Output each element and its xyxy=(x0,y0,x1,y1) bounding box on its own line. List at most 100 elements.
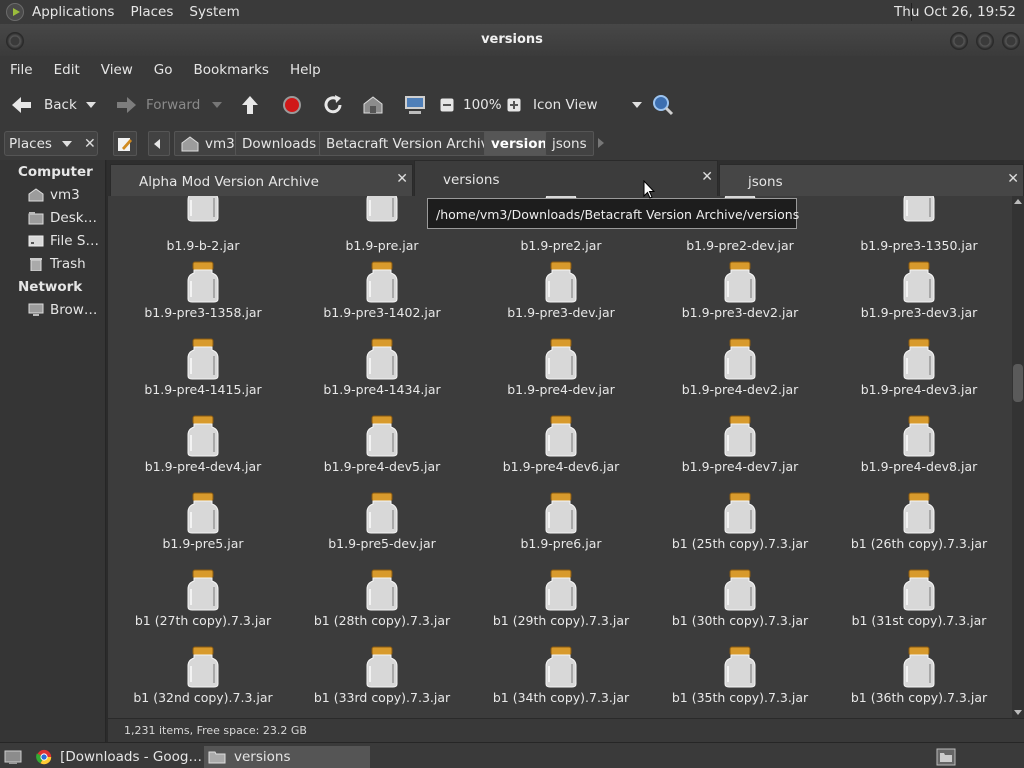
menu-file[interactable]: File xyxy=(0,62,44,78)
minimize-button[interactable] xyxy=(950,32,968,50)
file-item[interactable]: b1.9-pre4-dev5.jar xyxy=(293,415,471,487)
toggle-location-entry-button[interactable] xyxy=(113,131,137,156)
jar-file-icon xyxy=(903,338,935,380)
sidebar-item-trash[interactable]: Trash xyxy=(28,256,86,272)
file-item[interactable]: b1 (28th copy).7.3.jar xyxy=(293,569,471,641)
jar-file-icon xyxy=(903,415,935,457)
system-menu[interactable]: System xyxy=(181,4,247,20)
scroll-down-icon[interactable] xyxy=(1014,710,1022,715)
sidebar-section-computer: Computer xyxy=(18,164,93,180)
window-titlebar[interactable]: versions xyxy=(0,24,1024,56)
jar-file-icon xyxy=(545,569,577,611)
close-tab-icon[interactable]: ✕ xyxy=(1007,171,1019,187)
file-item[interactable]: b1.9-pre4-dev4.jar xyxy=(114,415,292,487)
file-item[interactable]: b1 (27th copy).7.3.jar xyxy=(114,569,292,641)
reload-button[interactable] xyxy=(322,84,344,126)
tab-versions[interactable]: versions ✕ xyxy=(414,160,718,196)
sidebar-mode-select[interactable]: Places ✕ xyxy=(4,131,98,156)
file-item[interactable]: b1.9-pre4-dev.jar xyxy=(472,338,650,410)
file-item[interactable]: b1 (34th copy).7.3.jar xyxy=(472,646,650,718)
file-item[interactable]: b1.9-pre3-1350.jar xyxy=(830,196,1008,266)
view-mode-select[interactable]: Icon View xyxy=(533,84,642,126)
breadcrumb-scroll-left[interactable] xyxy=(148,131,170,156)
maximize-button[interactable] xyxy=(976,32,994,50)
breadcrumb-jsons[interactable]: jsons xyxy=(545,131,594,156)
taskbar-item-label: [Downloads - Goog… xyxy=(60,749,202,765)
file-item[interactable]: b1.9-pre3-1402.jar xyxy=(293,261,471,333)
file-item[interactable]: b1 (35th copy).7.3.jar xyxy=(651,646,829,718)
jar-file-icon xyxy=(187,261,219,303)
file-item[interactable]: b1.9-pre4-dev8.jar xyxy=(830,415,1008,487)
file-item[interactable]: b1.9-pre6.jar xyxy=(472,492,650,564)
jar-file-icon xyxy=(366,261,398,303)
file-item[interactable]: b1 (33rd copy).7.3.jar xyxy=(293,646,471,718)
sidebar-item-desktop[interactable]: Desk… xyxy=(28,210,97,226)
sidebar-item-vm3[interactable]: vm3 xyxy=(28,187,80,203)
vertical-scrollbar[interactable] xyxy=(1012,196,1024,718)
file-item[interactable]: b1.9-pre3-dev.jar xyxy=(472,261,650,333)
file-item[interactable]: b1.9-pre4-1415.jar xyxy=(114,338,292,410)
file-item[interactable]: b1.9-pre4-1434.jar xyxy=(293,338,471,410)
computer-icon xyxy=(405,96,425,114)
workspace-switcher[interactable] xyxy=(936,746,958,768)
file-item[interactable]: b1 (25th copy).7.3.jar xyxy=(651,492,829,564)
up-button[interactable] xyxy=(240,84,260,126)
edit-icon xyxy=(118,137,132,151)
menu-bookmarks[interactable]: Bookmarks xyxy=(184,62,280,78)
taskbar-item-versions[interactable]: versions xyxy=(204,746,370,768)
file-item[interactable]: b1.9-pre5-dev.jar xyxy=(293,492,471,564)
forward-button[interactable]: Forward xyxy=(114,84,200,126)
search-button[interactable] xyxy=(652,84,674,126)
forward-history-dropdown[interactable] xyxy=(212,84,222,126)
file-item[interactable]: b1.9-pre4-dev7.jar xyxy=(651,415,829,487)
file-item[interactable]: b1.9-pre4-dev2.jar xyxy=(651,338,829,410)
file-item[interactable]: b1.9-pre3-dev2.jar xyxy=(651,261,829,333)
file-item[interactable]: b1.9-pre4-dev6.jar xyxy=(472,415,650,487)
menu-edit[interactable]: Edit xyxy=(44,62,91,78)
system-logo-icon[interactable] xyxy=(6,3,24,21)
taskbar-item-chrome[interactable]: [Downloads - Goog… xyxy=(36,746,202,768)
file-grid[interactable]: b1.9-b-2.jar b1.9-pre.jar b1.9-pre2.jar b1.… xyxy=(108,196,1012,718)
file-item[interactable]: b1 (36th copy).7.3.jar xyxy=(830,646,1008,718)
close-tab-icon[interactable]: ✕ xyxy=(396,171,408,187)
file-item[interactable]: b1.9-pre3-1358.jar xyxy=(114,261,292,333)
breadcrumb-downloads[interactable]: Downloads xyxy=(235,131,324,156)
file-item[interactable]: b1 (26th copy).7.3.jar xyxy=(830,492,1008,564)
home-button[interactable] xyxy=(362,84,384,126)
close-sidebar-icon[interactable]: ✕ xyxy=(84,136,96,152)
menu-view[interactable]: View xyxy=(91,62,144,78)
sidebar-item-filesystem[interactable]: File S… xyxy=(28,233,99,249)
file-item[interactable]: b1.9-b-2.jar xyxy=(114,196,292,266)
chevron-down-icon xyxy=(631,102,642,108)
menu-help[interactable]: Help xyxy=(280,62,332,78)
back-button[interactable]: Back xyxy=(10,84,77,126)
places-menu[interactable]: Places xyxy=(122,4,181,20)
file-item[interactable]: b1.9-pre3-dev3.jar xyxy=(830,261,1008,333)
zoom-in-button[interactable] xyxy=(507,84,521,126)
clock[interactable]: Thu Oct 26, 19:52 xyxy=(894,4,1016,20)
file-item[interactable]: b1 (30th copy).7.3.jar xyxy=(651,569,829,641)
file-item[interactable]: b1.9-pre5.jar xyxy=(114,492,292,564)
close-window-button[interactable] xyxy=(1002,32,1020,50)
applications-menu[interactable]: Applications xyxy=(24,4,122,20)
tab-alpha-mod-version-archive[interactable]: Alpha Mod Version Archive ✕ xyxy=(110,164,413,196)
breadcrumb-vm3[interactable]: vm3 xyxy=(174,131,242,156)
zoom-out-button[interactable] xyxy=(440,84,454,126)
menu-go[interactable]: Go xyxy=(144,62,184,78)
file-item[interactable]: b1 (31st copy).7.3.jar xyxy=(830,569,1008,641)
stop-button[interactable] xyxy=(282,84,302,126)
close-tab-icon[interactable]: ✕ xyxy=(701,169,713,185)
tab-jsons[interactable]: jsons ✕ xyxy=(719,164,1024,196)
scroll-up-icon[interactable] xyxy=(1014,199,1022,204)
zoom-level[interactable]: 100% xyxy=(463,84,502,126)
file-item[interactable]: b1 (32nd copy).7.3.jar xyxy=(114,646,292,718)
chevron-right-icon[interactable] xyxy=(598,138,604,148)
show-desktop-button[interactable] xyxy=(4,746,24,768)
file-item[interactable]: b1.9-pre4-dev3.jar xyxy=(830,338,1008,410)
scroll-thumb[interactable] xyxy=(1013,364,1023,402)
file-item[interactable]: b1 (29th copy).7.3.jar xyxy=(472,569,650,641)
back-history-dropdown[interactable] xyxy=(86,84,96,126)
sidebar-item-browse-network[interactable]: Brow… xyxy=(28,302,97,318)
breadcrumb-betacraft-version-archive[interactable]: Betacraft Version Archive xyxy=(319,131,504,156)
computer-button[interactable] xyxy=(403,84,427,126)
